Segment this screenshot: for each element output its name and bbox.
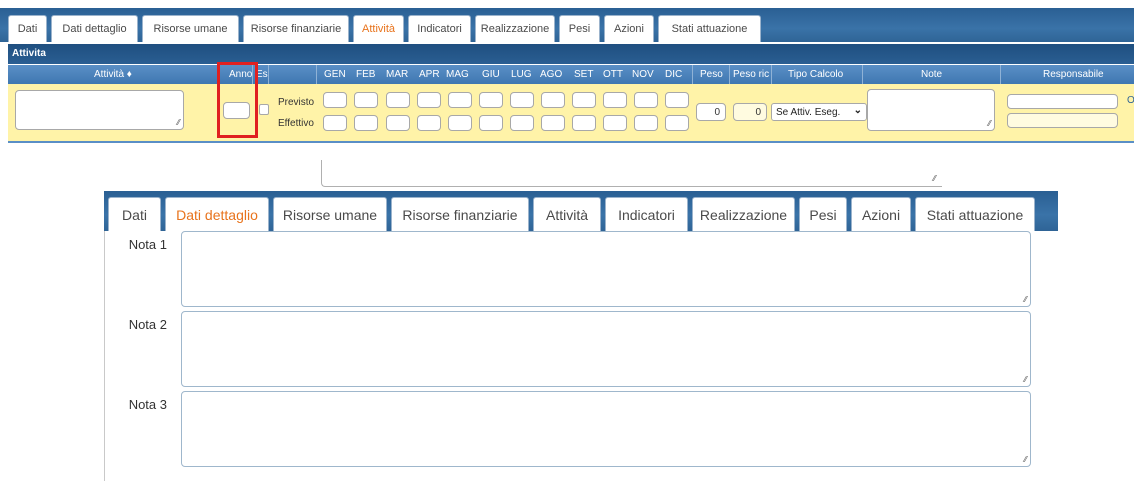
nota-2-textarea[interactable]: ⁄⁄: [181, 311, 1031, 387]
col-set: SET: [574, 69, 594, 80]
effettivo-ott-input[interactable]: [603, 115, 627, 131]
note-textarea[interactable]: ⁄⁄: [867, 89, 995, 131]
tab-attivita[interactable]: Attività: [353, 15, 404, 42]
tab-realizzazione[interactable]: Realizzazione: [692, 197, 795, 231]
tab-risorse-umane[interactable]: Risorse umane: [142, 15, 239, 42]
responsabile-desc-field: [1007, 113, 1118, 128]
tab-indicatori[interactable]: Indicatori: [408, 15, 471, 42]
effettivo-lug-input[interactable]: [510, 115, 534, 131]
tab-azioni[interactable]: Azioni: [851, 197, 911, 231]
tab-dati-dettaglio[interactable]: Dati dettaglio: [165, 197, 269, 231]
effettivo-giu-input[interactable]: [479, 115, 503, 131]
resize-grip-icon[interactable]: ⁄⁄: [1024, 296, 1027, 304]
responsabile-input[interactable]: [1007, 94, 1118, 109]
col-gen: GEN: [324, 69, 346, 80]
tab-dati[interactable]: Dati: [108, 197, 161, 231]
effettivo-mar-input[interactable]: [386, 115, 410, 131]
previsto-mag-input[interactable]: [448, 92, 472, 108]
previsto-feb-input[interactable]: [354, 92, 378, 108]
effettivo-mag-input[interactable]: [448, 115, 472, 131]
tab-dati[interactable]: Dati: [8, 15, 47, 42]
attivita-textarea[interactable]: ⁄⁄: [15, 90, 184, 130]
table-row: ⁄⁄ Previsto Effettivo 0 0 Se Attiv. Eseg…: [8, 84, 1134, 141]
tab-indicatori[interactable]: Indicatori: [605, 197, 688, 231]
nota-3-label: Nota 3: [128, 397, 167, 412]
effettivo-ago-input[interactable]: [541, 115, 565, 131]
previsto-apr-input[interactable]: [417, 92, 441, 108]
resize-grip-icon[interactable]: ⁄⁄: [1024, 456, 1027, 464]
tipo-calcolo-value: Se Attiv. Eseg.: [776, 107, 841, 118]
tipo-calcolo-select[interactable]: Se Attiv. Eseg. ⌄: [771, 103, 867, 121]
tab-azioni[interactable]: Azioni: [604, 15, 654, 42]
effettivo-dic-input[interactable]: [665, 115, 689, 131]
tab-bar-top: Dati Dati dettaglio Risorse umane Risors…: [0, 8, 1134, 42]
nota-1-textarea[interactable]: ⁄⁄: [181, 231, 1031, 307]
effettivo-nov-input[interactable]: [634, 115, 658, 131]
responsabile-lookup-button[interactable]: O: [1127, 95, 1134, 106]
previsto-label: Previsto: [278, 97, 315, 108]
nota-1-label: Nota 1: [128, 237, 167, 252]
resize-grip-icon[interactable]: ⁄⁄: [1024, 376, 1027, 384]
tab-risorse-finanziarie[interactable]: Risorse finanziarie: [243, 15, 349, 42]
tab-attivita[interactable]: Attività: [533, 197, 601, 231]
tab-pesi[interactable]: Pesi: [799, 197, 847, 231]
col-peso-ric: Peso ric: [733, 69, 770, 80]
col-mag: MAG: [446, 69, 469, 80]
effettivo-set-input[interactable]: [572, 115, 596, 131]
previsto-ott-input[interactable]: [603, 92, 627, 108]
col-apr: APR: [419, 69, 440, 80]
effettivo-gen-input[interactable]: [323, 115, 347, 131]
tab-dati-dettaglio[interactable]: Dati dettaglio: [51, 15, 138, 42]
effettivo-apr-input[interactable]: [417, 115, 441, 131]
anno-highlight-box: [217, 62, 258, 138]
tab-risorse-finanziarie[interactable]: Risorse finanziarie: [391, 197, 529, 231]
col-responsabile: Responsabile: [1043, 69, 1104, 80]
resize-grip-icon[interactable]: ⁄⁄: [177, 119, 180, 127]
previsto-giu-input[interactable]: [479, 92, 503, 108]
partial-textarea[interactable]: ⁄⁄: [321, 160, 942, 187]
col-giu: GIU: [482, 69, 500, 80]
previsto-mar-input[interactable]: [386, 92, 410, 108]
previsto-dic-input[interactable]: [665, 92, 689, 108]
effettivo-label: Effettivo: [278, 118, 314, 129]
resize-grip-icon[interactable]: ⁄⁄: [933, 175, 936, 183]
resize-grip-icon[interactable]: ⁄⁄: [988, 120, 991, 128]
tab-stati-attuazione[interactable]: Stati attuazione: [915, 197, 1035, 231]
col-feb: FEB: [356, 69, 376, 80]
nota-3-textarea[interactable]: ⁄⁄: [181, 391, 1031, 467]
previsto-set-input[interactable]: [572, 92, 596, 108]
col-tipo-calcolo: Tipo Calcolo: [788, 69, 844, 80]
col-lug: LUG: [511, 69, 532, 80]
es-checkbox[interactable]: [259, 104, 269, 115]
tab-risorse-umane[interactable]: Risorse umane: [273, 197, 387, 231]
previsto-lug-input[interactable]: [510, 92, 534, 108]
panel-divider: [8, 141, 1134, 143]
col-mar: MAR: [386, 69, 409, 80]
previsto-gen-input[interactable]: [323, 92, 347, 108]
previsto-ago-input[interactable]: [541, 92, 565, 108]
tab-pesi[interactable]: Pesi: [559, 15, 600, 42]
peso-ric-input: 0: [733, 103, 767, 121]
col-note: Note: [921, 69, 943, 80]
col-attivita[interactable]: Attività ♦: [94, 69, 132, 80]
col-ott: OTT: [603, 69, 623, 80]
peso-input[interactable]: 0: [696, 103, 726, 121]
section-title: Attivita: [8, 44, 1134, 64]
col-ago: AGO: [540, 69, 563, 80]
column-header-row: Attività ♦ Anno Es GEN FEB MAR APR MAG G…: [8, 65, 1134, 84]
col-nov: NOV: [632, 69, 654, 80]
chevron-down-icon: ⌄: [853, 105, 862, 116]
tab-bar-bottom: Dati Dati dettaglio Risorse umane Risors…: [104, 191, 1058, 231]
nota-2-label: Nota 2: [128, 317, 167, 332]
effettivo-feb-input[interactable]: [354, 115, 378, 131]
dati-dettaglio-panel: Nota 1 ⁄⁄ Nota 2 ⁄⁄ Nota 3 ⁄⁄: [104, 231, 1058, 481]
col-dic: DIC: [665, 69, 683, 80]
col-peso: Peso: [700, 69, 723, 80]
tab-realizzazione[interactable]: Realizzazione: [475, 15, 555, 42]
previsto-nov-input[interactable]: [634, 92, 658, 108]
tab-stati-attuazione[interactable]: Stati attuazione: [658, 15, 761, 42]
